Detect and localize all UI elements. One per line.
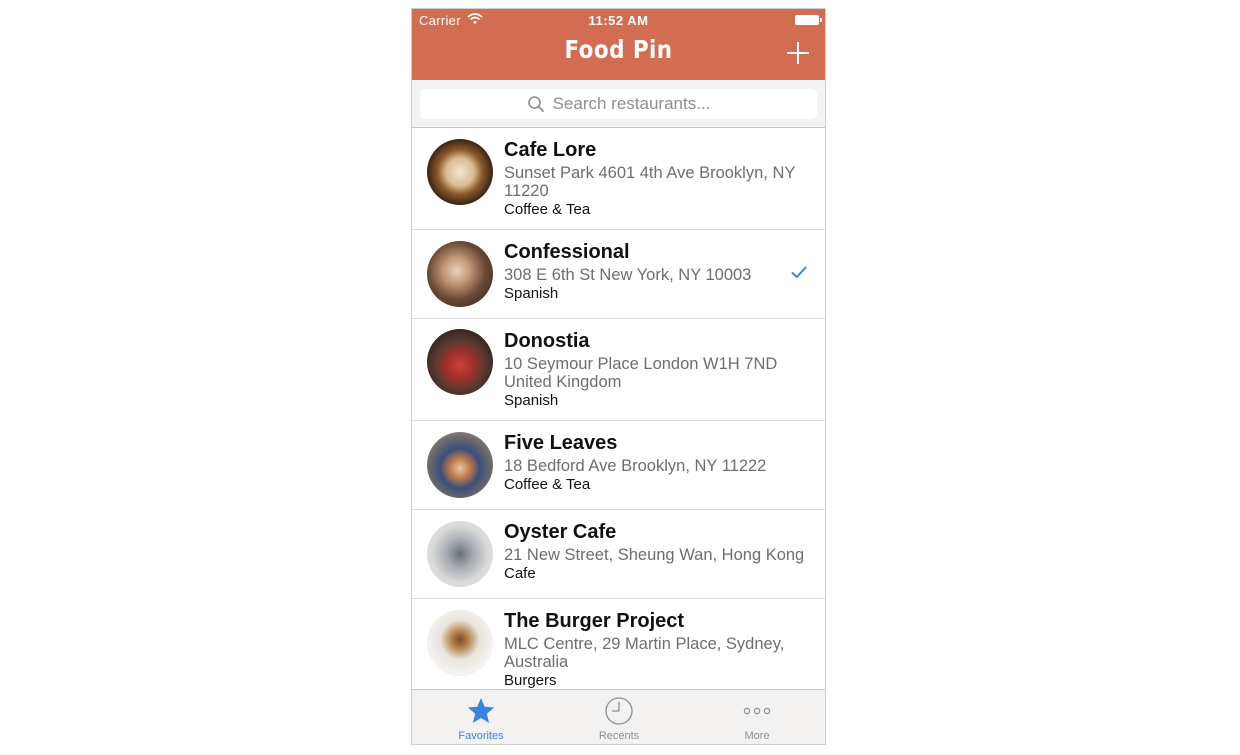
battery-icon xyxy=(795,15,822,25)
tab-label: Recents xyxy=(598,730,640,742)
restaurant-address: 308 E 6th St New York, NY 10003 xyxy=(504,266,752,284)
tab-recents[interactable]: Recents xyxy=(550,690,688,744)
navigation-bar: Carrier 11:52 AM Food Pin xyxy=(412,9,825,80)
restaurant-photo xyxy=(427,610,493,676)
restaurant-address: Sunset Park 4601 4th Ave Brooklyn, NY 11… xyxy=(504,164,796,200)
restaurant-name: Cafe Lore xyxy=(504,139,597,161)
restaurant-name: Oyster Cafe xyxy=(504,521,617,543)
star-icon xyxy=(467,697,495,723)
tab-label: More xyxy=(744,730,770,742)
page-title: Food Pin xyxy=(564,35,673,64)
table-row[interactable]: Donostia 10 Seymour Place London W1H 7ND… xyxy=(412,319,825,421)
restaurant-type: Coffee & Tea xyxy=(504,476,591,493)
table-row[interactable]: Confessional 308 E 6th St New York, NY 1… xyxy=(412,230,825,319)
restaurant-photo xyxy=(427,329,493,395)
tab-bar: Favorites Recents More xyxy=(412,689,825,744)
restaurant-photo xyxy=(427,139,493,205)
status-time: 11:52 AM xyxy=(588,13,649,28)
restaurant-address: 10 Seymour Place London W1H 7ND United K… xyxy=(504,355,778,391)
table-row[interactable]: Cafe Lore Sunset Park 4601 4th Ave Brook… xyxy=(412,128,825,230)
table-row[interactable]: Five Leaves 18 Bedford Ave Brooklyn, NY … xyxy=(412,421,825,510)
search-placeholder: Search restaurants... xyxy=(552,94,711,113)
plus-icon[interactable] xyxy=(787,42,809,64)
search-input[interactable]: Search restaurants... xyxy=(420,89,817,119)
restaurant-photo xyxy=(427,432,493,498)
restaurant-photo xyxy=(427,521,493,587)
restaurant-name: Donostia xyxy=(504,330,590,352)
search-bar: Search restaurants... xyxy=(412,80,825,128)
restaurant-name: Five Leaves xyxy=(504,432,618,454)
restaurant-address: MLC Centre, 29 Martin Place, Sydney, Aus… xyxy=(504,635,785,671)
restaurant-name: Confessional xyxy=(504,241,630,263)
phone-screen: Carrier 11:52 AM Food Pin Search restaur… xyxy=(411,8,826,745)
restaurant-type: Spanish xyxy=(504,392,559,409)
restaurant-type: Coffee & Tea xyxy=(504,201,591,218)
restaurant-type: Burgers xyxy=(504,672,557,689)
checkmark-icon xyxy=(791,266,807,278)
restaurant-address: 18 Bedford Ave Brooklyn, NY 11222 xyxy=(504,457,767,475)
restaurant-type: Spanish xyxy=(504,285,559,302)
table-row[interactable]: Oyster Cafe 21 New Street, Sheung Wan, H… xyxy=(412,510,825,599)
search-icon xyxy=(527,96,544,112)
restaurant-list: Cafe Lore Sunset Park 4601 4th Ave Brook… xyxy=(412,128,825,701)
tab-more[interactable]: More xyxy=(688,690,825,744)
restaurant-name: The Burger Project xyxy=(504,610,685,632)
restaurant-type: Cafe xyxy=(504,565,536,582)
clock-icon xyxy=(605,697,633,725)
tab-label: Favorites xyxy=(458,730,504,742)
status-bar: Carrier 11:52 AM xyxy=(412,9,825,31)
more-icon xyxy=(743,707,771,715)
tab-favorites[interactable]: Favorites xyxy=(412,690,550,744)
restaurant-photo xyxy=(427,241,493,307)
table-row[interactable]: The Burger Project MLC Centre, 29 Martin… xyxy=(412,599,825,701)
restaurant-address: 21 New Street, Sheung Wan, Hong Kong xyxy=(504,546,805,564)
